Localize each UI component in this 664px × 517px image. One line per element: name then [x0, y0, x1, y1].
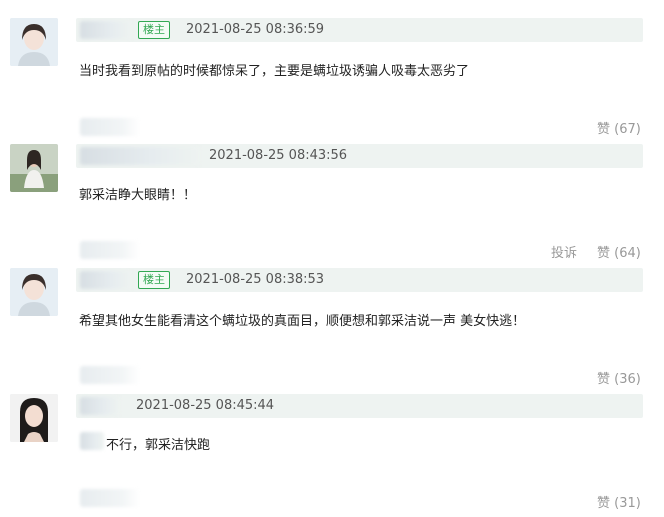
- footer-blurred: [80, 241, 140, 259]
- avatar-woman-icon: [10, 18, 58, 66]
- report-button[interactable]: 投诉: [551, 242, 577, 261]
- op-badge: 楼主: [138, 21, 170, 39]
- avatar-portrait-icon: [10, 394, 58, 442]
- avatar-woman-icon: [10, 268, 58, 316]
- timestamp: 2021-08-25 08:36:59: [186, 22, 325, 37]
- comment-header: 楼主 2021-08-25 08:38:53: [76, 268, 643, 292]
- comment-header: 楼主 2021-08-25 08:36:59: [76, 18, 643, 42]
- comment-header: 2021-08-25 08:45:44: [76, 394, 643, 418]
- comment-item: 2021-08-25 08:43:56 郭采洁睁大眼睛！！ 投诉 赞 (64): [0, 144, 664, 264]
- username-blurred[interactable]: [80, 21, 132, 39]
- mention-blurred: [80, 432, 104, 450]
- comment-item: 楼主 2021-08-25 08:36:59 当时我看到原帖的时候都惊呆了，主要…: [0, 18, 664, 138]
- comment-item: 2021-08-25 08:45:44 不行，郭采洁快跑 赞 (31): [0, 394, 664, 514]
- avatar[interactable]: [10, 18, 58, 66]
- comment-text: 郭采洁睁大眼睛！！: [79, 188, 197, 203]
- avatar[interactable]: [10, 268, 58, 316]
- timestamp: 2021-08-25 08:45:44: [136, 398, 275, 413]
- comment-item: 楼主 2021-08-25 08:38:53 希望其他女生能看清这个螨垃圾的真面…: [0, 268, 664, 388]
- avatar[interactable]: [10, 144, 58, 192]
- comment-text: 希望其他女生能看清这个螨垃圾的真面目，顺便想和郭采洁说一声 美女快逃！: [79, 314, 526, 329]
- timestamp: 2021-08-25 08:43:56: [209, 148, 348, 163]
- like-button[interactable]: 赞 (31): [597, 492, 641, 511]
- username-blurred[interactable]: [80, 147, 200, 165]
- comment-text: 当时我看到原帖的时候都惊呆了，主要是螨垃圾诱骗人吸毒太恶劣了: [79, 64, 470, 79]
- comment-header: 2021-08-25 08:43:56: [76, 144, 643, 168]
- like-button[interactable]: 赞 (64): [597, 242, 641, 261]
- like-button[interactable]: 赞 (36): [597, 368, 641, 387]
- op-badge: 楼主: [138, 271, 170, 289]
- username-blurred[interactable]: [80, 271, 132, 289]
- footer-blurred: [80, 118, 140, 136]
- username-blurred[interactable]: [80, 397, 120, 415]
- avatar[interactable]: [10, 394, 58, 442]
- timestamp: 2021-08-25 08:38:53: [186, 272, 325, 287]
- footer-blurred: [80, 489, 140, 507]
- footer-blurred: [80, 366, 140, 384]
- like-button[interactable]: 赞 (67): [597, 118, 641, 137]
- avatar-outdoor-icon: [10, 144, 58, 192]
- comment-text: 不行，郭采洁快跑: [106, 438, 211, 453]
